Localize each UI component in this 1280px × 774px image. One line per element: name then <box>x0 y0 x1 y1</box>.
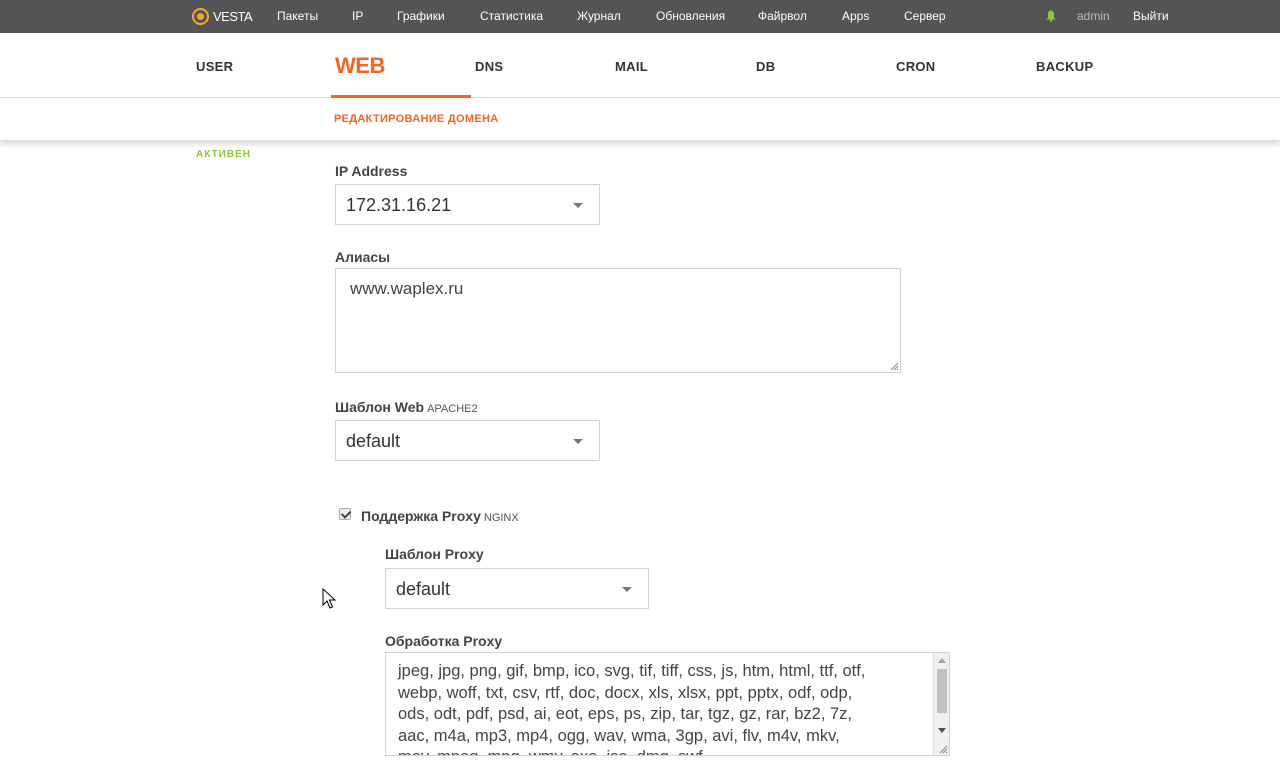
nav-apps[interactable]: Apps <box>842 0 869 33</box>
aliases-label: Алиасы <box>335 249 391 265</box>
mouse-cursor-icon <box>322 588 336 609</box>
tab-cron[interactable]: CRON <box>896 33 935 98</box>
proxy-extensions-textarea[interactable]: jpeg, jpg, png, gif, bmp, ico, svg, tif,… <box>385 652 950 756</box>
proxy-support-hint: NGINX <box>483 512 519 524</box>
ip-address-label: IP Address <box>335 163 408 179</box>
vesta-logo[interactable]: VESTA <box>192 7 253 25</box>
tab-db[interactable]: DB <box>756 33 775 98</box>
main-tabs: USER WEB DNS MAIL DB CRON BACKUP <box>0 33 1280 98</box>
logout-link[interactable]: Выйти <box>1133 0 1169 33</box>
status-badge: АКТИВЕН <box>196 149 251 160</box>
vesta-logo-icon <box>192 7 209 25</box>
proxy-support-label[interactable]: Поддержка Proxy NGINX <box>361 508 519 524</box>
chevron-down-icon <box>573 439 583 444</box>
tab-mail[interactable]: MAIL <box>615 33 648 98</box>
scroll-down-icon[interactable] <box>938 728 946 733</box>
nav-server[interactable]: Сервер <box>904 0 946 33</box>
nav-updates[interactable]: Обновления <box>656 0 725 33</box>
proxy-extensions-label: Обработка Proxy <box>385 633 503 649</box>
chevron-down-icon <box>573 203 583 208</box>
sub-header: РЕДАКТИРОВАНИЕ ДОМЕНА <box>0 99 1280 141</box>
active-tab-underline <box>331 95 471 98</box>
nav-statistics[interactable]: Статистика <box>480 0 543 33</box>
nav-log[interactable]: Журнал <box>577 0 621 33</box>
nav-ip[interactable]: IP <box>352 0 363 33</box>
web-template-label: Шаблон Web APACHE2 <box>335 399 478 415</box>
nav-firewall[interactable]: Файрвол <box>758 0 807 33</box>
page-title: РЕДАКТИРОВАНИЕ ДОМЕНА <box>334 113 499 125</box>
aliases-textarea[interactable]: www.waplex.ru <box>335 268 901 373</box>
proxy-extensions-value: jpeg, jpg, png, gif, bmp, ico, svg, tif,… <box>398 662 866 755</box>
resize-handle-icon[interactable] <box>938 744 948 754</box>
aliases-value: www.waplex.ru <box>350 279 464 298</box>
tab-dns[interactable]: DNS <box>475 33 503 98</box>
web-template-select[interactable]: default <box>335 420 600 461</box>
proxy-template-select[interactable]: default <box>385 568 649 609</box>
ip-address-value: 172.31.16.21 <box>346 195 452 215</box>
resize-handle-icon[interactable] <box>889 361 899 371</box>
proxy-support-checkbox[interactable] <box>339 508 351 520</box>
web-template-label-text: Шаблон Web <box>335 399 425 415</box>
vertical-scrollbar[interactable] <box>933 653 949 755</box>
proxy-template-value: default <box>396 579 451 599</box>
scroll-up-icon[interactable] <box>938 658 946 663</box>
proxy-template-label: Шаблон Proxy <box>385 546 484 562</box>
tab-user[interactable]: USER <box>196 33 233 98</box>
nav-packages[interactable]: Пакеты <box>277 0 318 33</box>
bell-icon[interactable] <box>1046 10 1056 22</box>
scroll-thumb[interactable] <box>937 669 947 713</box>
tab-backup[interactable]: BACKUP <box>1036 33 1093 98</box>
proxy-support-label-text: Поддержка Proxy <box>361 508 481 524</box>
user-link[interactable]: admin <box>1077 0 1110 33</box>
chevron-down-icon <box>622 587 632 592</box>
tab-web[interactable]: WEB <box>335 33 385 98</box>
web-template-value: default <box>346 431 401 451</box>
nav-graphs[interactable]: Графики <box>397 0 445 33</box>
top-bar: VESTA Пакеты IP Графики Статистика Журна… <box>0 0 1280 33</box>
ip-address-select[interactable]: 172.31.16.21 <box>335 184 600 225</box>
logo-text: VESTA <box>213 8 253 24</box>
web-template-hint: APACHE2 <box>427 403 478 415</box>
